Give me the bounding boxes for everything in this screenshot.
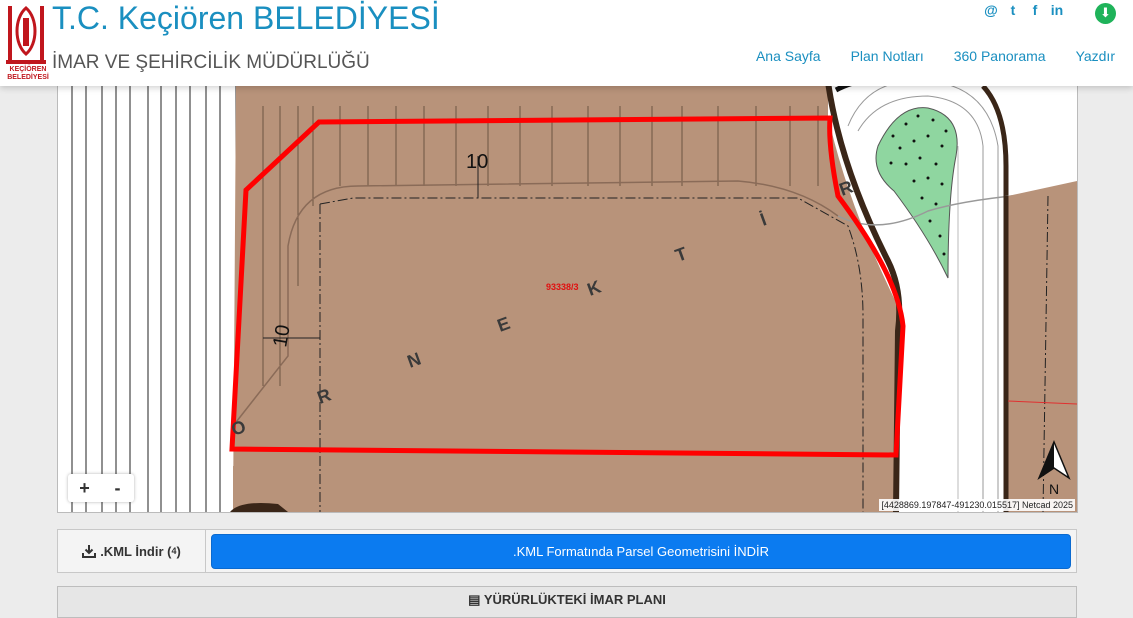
north-label: N [1049,481,1059,497]
nav-home[interactable]: Ana Sayfa [756,48,821,64]
zoom-control: + - [68,474,134,502]
zoning-plan-header[interactable]: ▤ YÜRÜRLÜKTEKİ İMAR PLANI [57,586,1077,618]
map-canvas[interactable]: 10 10 93338/3 O R N E K T İ R [58,86,1077,512]
linkedin-icon[interactable]: in [1050,2,1064,18]
municipality-logo[interactable]: KEÇİÖREN BELEDİYESİ [4,4,49,84]
email-icon[interactable]: @ [984,2,998,18]
nav-print[interactable]: Yazdır [1076,48,1115,64]
kml-download-row: .KML İndir (4) .KML Formatında Parsel Ge… [57,529,1077,573]
nav-plan-notes[interactable]: Plan Notları [851,48,924,64]
download-icon [82,545,97,558]
logo-text-line1: KEÇİÖREN [9,66,47,73]
kml-label: .KML İndir (4) [58,530,206,572]
kml-download-button[interactable]: .KML Formatında Parsel Geometrisini İNDİ… [211,534,1071,569]
kml-label-end: ) [176,543,181,559]
logo-emblem-icon [6,6,46,64]
document-icon: ▤ [468,592,481,607]
coordinate-readout: [4428869.197847-491230.015517] Netcad 20… [879,499,1075,511]
zoom-out-button[interactable]: - [101,474,134,502]
header: KEÇİÖREN BELEDİYESİ T.C. Keçiören BELEDİ… [0,0,1133,86]
parcel-number[interactable]: 93338/3 [546,282,579,292]
zoom-in-button[interactable]: + [68,474,101,502]
twitter-icon[interactable]: t [1006,2,1020,18]
site-subtitle: İMAR VE ŞEHİRCİLİK MÜDÜRLÜĞÜ [52,52,370,73]
dimension-label-left: 10 [269,323,295,349]
kml-label-text: .KML İndir ( [100,543,172,559]
main-nav: Ana Sayfa Plan Notları 360 Panorama Yazd… [756,48,1115,64]
social-links: @ t f in [984,2,1064,18]
zoning-plan-title: YÜRÜRLÜKTEKİ İMAR PLANI [483,592,666,607]
download-icon[interactable]: ⬇ [1095,3,1116,24]
map-viewer[interactable]: 10 10 93338/3 O R N E K T İ R + - N [442… [57,86,1078,513]
logo-caption: KEÇİÖREN BELEDİYESİ [4,66,52,82]
logo-text-line2: BELEDİYESİ [7,74,49,81]
site-title[interactable]: T.C. Keçiören BELEDİYESİ [52,0,440,37]
north-arrow-icon: N [1037,440,1071,497]
facebook-icon[interactable]: f [1028,2,1042,18]
nav-360-panorama[interactable]: 360 Panorama [954,48,1046,64]
dimension-label-top: 10 [466,151,488,173]
